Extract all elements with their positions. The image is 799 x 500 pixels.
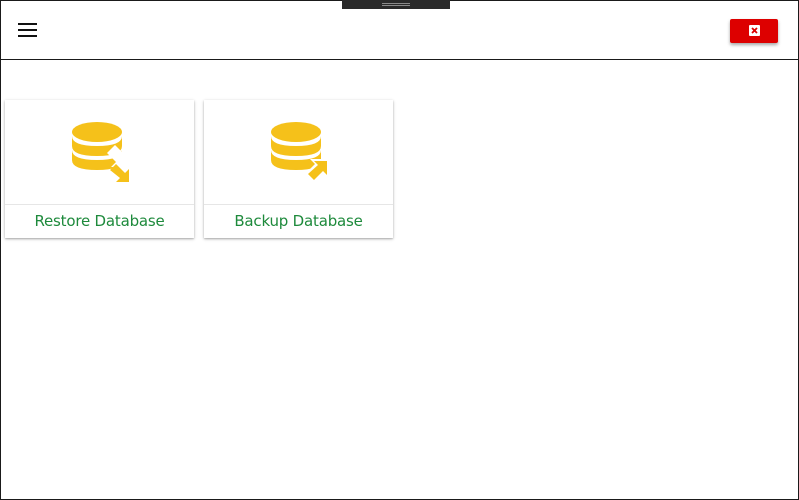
database-restore-icon (5, 100, 194, 204)
window-drag-handle[interactable] (342, 0, 450, 9)
app-window: Restore Database Backup Database (0, 0, 799, 500)
close-x-icon (749, 25, 760, 36)
hamburger-menu-icon[interactable] (17, 21, 39, 41)
card-divider (204, 204, 393, 205)
top-bar (1, 1, 798, 60)
restore-database-label: Restore Database (34, 212, 165, 230)
backup-database-card[interactable]: Backup Database (204, 100, 393, 238)
restore-database-card[interactable]: Restore Database (5, 100, 194, 238)
close-button[interactable] (730, 19, 778, 43)
backup-database-label: Backup Database (234, 212, 363, 230)
database-backup-icon (204, 100, 393, 204)
card-divider (5, 204, 194, 205)
